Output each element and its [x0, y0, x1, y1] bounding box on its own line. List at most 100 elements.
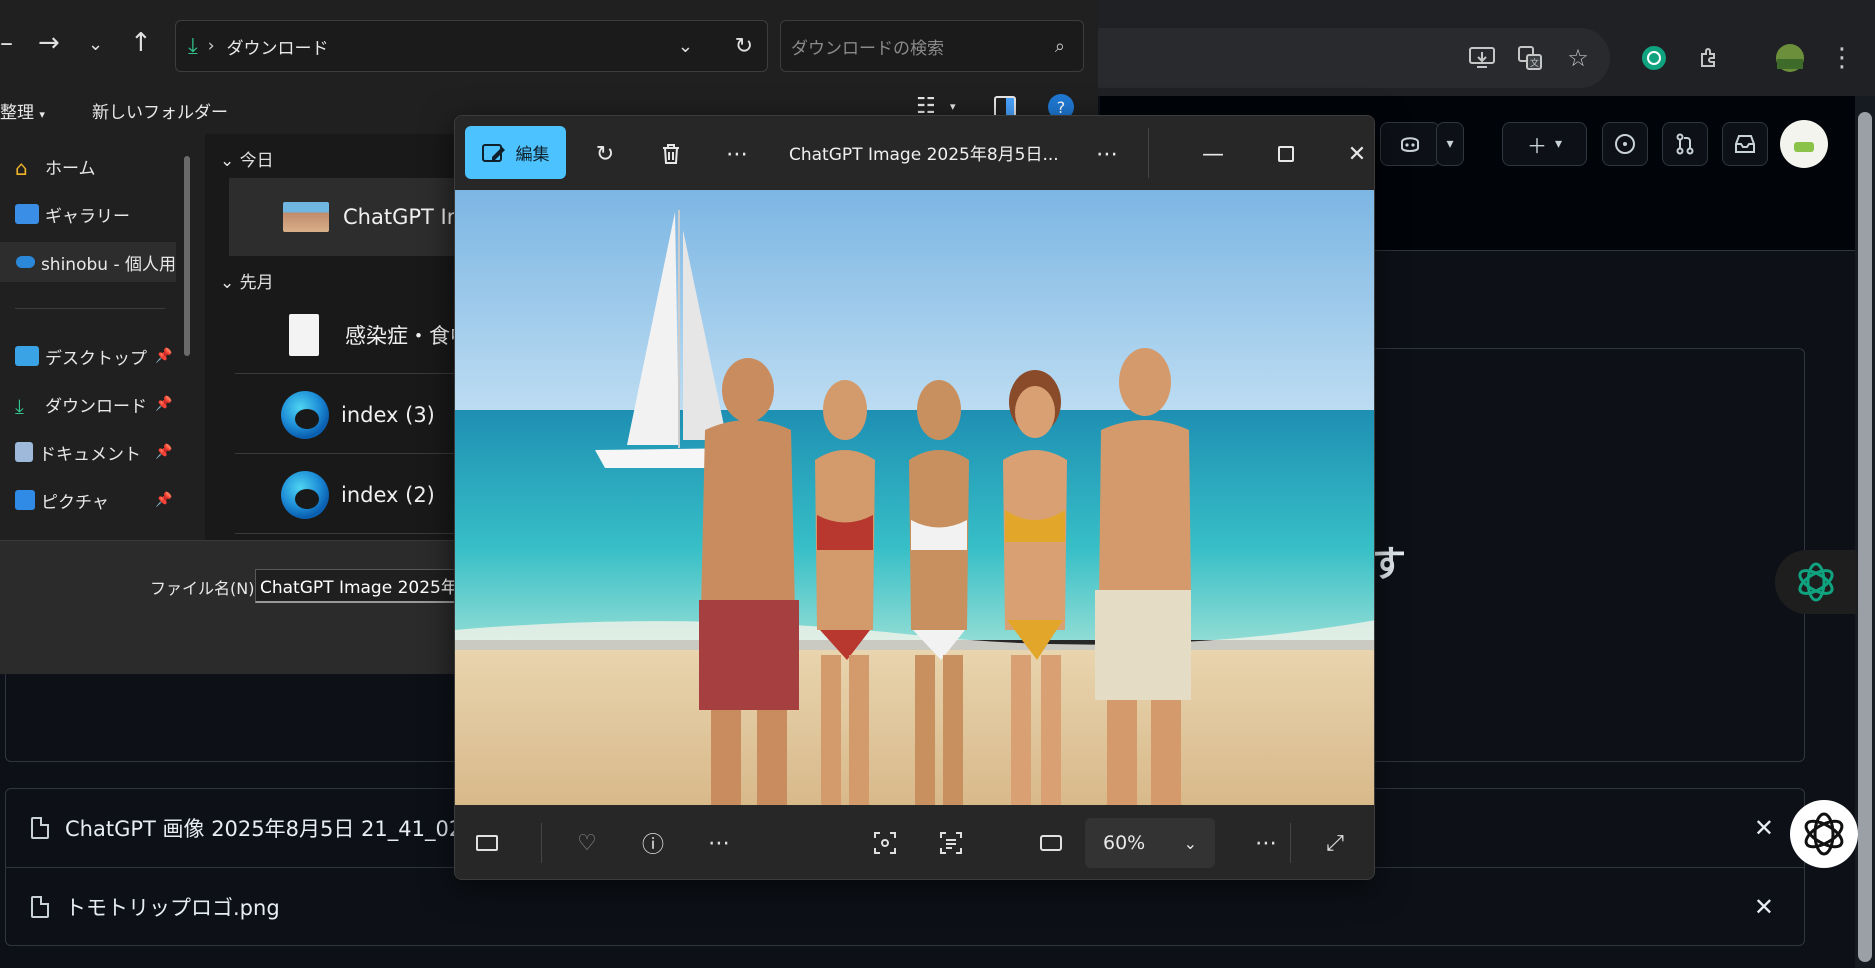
pin-icon[interactable]: 📌 — [155, 444, 172, 460]
address-path: ダウンロード — [226, 38, 329, 59]
openai-floating-icon[interactable] — [1790, 800, 1858, 868]
file-icon — [31, 817, 49, 839]
inbox-icon[interactable] — [1722, 122, 1768, 166]
attachment-name: トモトリップロゴ.png — [65, 895, 280, 920]
zoom-dropdown-icon: ⌄ — [1183, 833, 1197, 853]
sidebar-item-home[interactable]: ⌂ ホーム — [15, 146, 96, 186]
zoom-select[interactable]: 60% ⌄ — [1085, 818, 1215, 868]
extensions-puzzle-icon[interactable] — [1690, 38, 1730, 78]
back-icon[interactable]: – — [0, 28, 13, 58]
address-bar[interactable]: ⤓ › ダウンロード ⌄ ↻ — [175, 20, 768, 72]
file-name: index (2) — [341, 482, 435, 507]
search-input[interactable]: ダウンロードの検索 ⌕ — [780, 20, 1084, 72]
sidebar-item-label: ダウンロード — [45, 396, 147, 417]
copilot-button[interactable] — [1380, 122, 1440, 166]
sidebar-item-label: ピクチャ — [41, 492, 109, 513]
image-thumbnail — [283, 202, 329, 232]
delete-icon[interactable] — [651, 134, 691, 174]
home-icon: ⌂ — [15, 156, 28, 180]
edit-button[interactable]: 編集 — [465, 126, 566, 179]
bookmark-star-icon[interactable]: ☆ — [1558, 38, 1598, 78]
toolbar-divider — [541, 823, 542, 863]
profile-avatar[interactable] — [1770, 38, 1810, 78]
rotate-icon[interactable]: ↻ — [585, 134, 625, 174]
download-icon: ⤓ — [15, 394, 24, 418]
translate-icon[interactable]: 文 — [1510, 38, 1550, 78]
organize-label: 整理 — [0, 103, 34, 123]
new-folder-button[interactable]: 新しいフォルダー — [92, 98, 228, 123]
more-options-icon[interactable]: ⋯ — [717, 134, 757, 174]
file-name: index (3) — [341, 402, 435, 427]
issues-icon[interactable] — [1602, 122, 1648, 166]
download-icon: ⤓ — [188, 33, 198, 59]
user-avatar[interactable] — [1780, 120, 1828, 168]
onedrive-icon — [16, 256, 35, 268]
breadcrumb-separator-icon: › — [207, 36, 215, 56]
file-name: 感染症・食中 — [345, 323, 471, 348]
sidebar-divider — [15, 308, 165, 309]
sidebar-item-pictures[interactable]: ピクチャ — [15, 480, 109, 520]
sidebar-item-label: ドキュメント — [39, 444, 141, 465]
recent-locations-icon[interactable]: ⌄ — [88, 34, 103, 55]
toolbar-divider — [1290, 823, 1291, 863]
text-extract-icon[interactable] — [931, 823, 971, 863]
info-icon[interactable]: ⓘ — [633, 823, 673, 863]
address-dropdown-icon[interactable]: ⌄ — [678, 36, 693, 57]
pull-requests-icon[interactable] — [1662, 122, 1708, 166]
sidebar-item-desktop[interactable]: デスクトップ — [15, 336, 147, 376]
chatgpt-sidebar-icon[interactable] — [1775, 550, 1857, 614]
remove-attachment-icon[interactable]: ✕ — [1754, 814, 1774, 842]
sidebar-scrollbar[interactable] — [184, 156, 190, 356]
filmstrip-icon[interactable] — [467, 823, 507, 863]
title-more-icon[interactable]: ⋯ — [1087, 134, 1127, 174]
group-header-last-month[interactable]: ⌄ 先月 — [220, 268, 274, 293]
edge-icon — [281, 470, 329, 519]
fullscreen-icon[interactable]: ⤢ — [1315, 823, 1355, 863]
edit-label: 編集 — [515, 145, 550, 165]
search-placeholder: ダウンロードの検索 — [791, 38, 944, 59]
group-header-today[interactable]: ⌄ 今日 — [220, 146, 274, 171]
remove-attachment-icon[interactable]: ✕ — [1754, 893, 1774, 921]
sidebar-item-label: shinobu - 個人用 — [40, 254, 176, 275]
edge-icon — [281, 390, 329, 439]
copilot-dropdown-icon[interactable]: ▾ — [1436, 122, 1464, 166]
pictures-icon — [15, 490, 35, 510]
sidebar-item-gallery[interactable]: ギャラリー — [15, 194, 130, 234]
page-scrollbar-thumb[interactable] — [1858, 112, 1872, 962]
search-icon: ⌕ — [1054, 35, 1065, 57]
pin-icon[interactable]: 📌 — [155, 396, 172, 412]
close-icon[interactable]: ✕ — [1337, 134, 1374, 174]
favorite-heart-icon[interactable]: ♡ — [567, 823, 607, 863]
more-actions-icon[interactable]: ⋯ — [699, 823, 739, 863]
sidebar-item-documents[interactable]: ドキュメント — [15, 432, 141, 472]
up-folder-icon[interactable]: ↑ — [130, 28, 152, 58]
document-icon — [15, 442, 33, 462]
photo-viewer-window: 編集 ↻ ⋯ ChatGPT Image 2025年8月5日... ⋯ — ✕ — [454, 115, 1375, 880]
sidebar-item-label: デスクトップ — [45, 348, 147, 369]
forward-icon[interactable]: → — [38, 28, 60, 58]
sidebar-item-onedrive[interactable]: shinobu - 個人用 — [0, 242, 176, 282]
pin-icon[interactable]: 📌 — [155, 492, 172, 508]
create-new-button[interactable]: ＋ ▾ — [1502, 122, 1587, 166]
visual-search-icon[interactable] — [865, 823, 905, 863]
sidebar-item-label: ギャラリー — [45, 206, 130, 227]
install-app-icon[interactable] — [1462, 38, 1502, 78]
browser-menu-icon[interactable]: ⋮ — [1822, 38, 1862, 78]
refresh-icon[interactable]: ↻ — [735, 34, 753, 59]
view-dropdown-icon[interactable]: ▾ — [950, 100, 956, 113]
minimize-icon[interactable]: — — [1193, 134, 1233, 174]
navigation-pane: ⌂ ホーム ギャラリー shinobu - 個人用 デスクトップ ⤓ ダウンロー… — [0, 134, 200, 540]
actual-size-icon[interactable] — [1031, 823, 1071, 863]
maximize-icon[interactable] — [1266, 134, 1306, 174]
desktop-icon — [15, 346, 39, 366]
text-file-icon — [289, 313, 319, 356]
organize-button[interactable]: 整理 ▾ — [0, 98, 45, 123]
bottom-more-icon[interactable]: ⋯ — [1246, 823, 1286, 863]
sidebar-item-label: ホーム — [45, 158, 96, 179]
title-divider — [1148, 128, 1149, 178]
filename-label: ファイル名(N): — [150, 579, 260, 598]
sidebar-item-downloads[interactable]: ⤓ ダウンロード — [15, 384, 147, 424]
chatgpt-extension-icon[interactable] — [1634, 38, 1674, 78]
pin-icon[interactable]: 📌 — [155, 348, 172, 364]
svg-text:文: 文 — [1530, 57, 1539, 69]
